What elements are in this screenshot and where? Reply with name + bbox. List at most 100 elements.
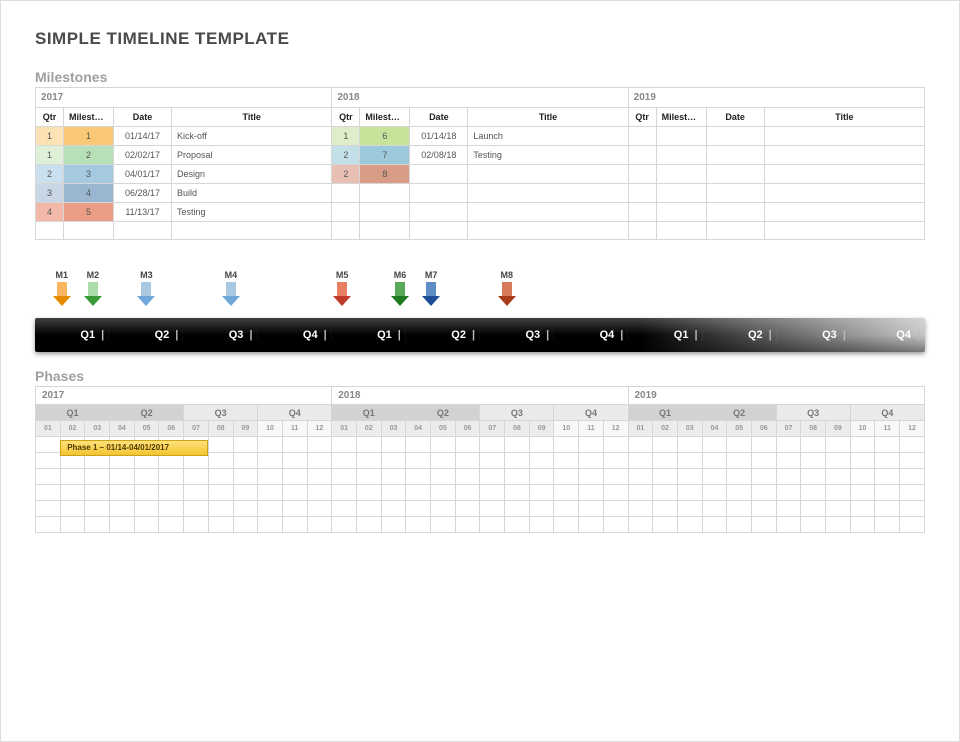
gantt-cell[interactable] <box>258 501 283 517</box>
milestone-cell[interactable] <box>410 184 468 203</box>
gantt-cell[interactable] <box>208 469 233 485</box>
milestone-cell[interactable] <box>114 222 172 240</box>
gantt-cell[interactable] <box>233 485 258 501</box>
milestone-cell[interactable] <box>468 165 628 184</box>
gantt-cell[interactable] <box>208 485 233 501</box>
gantt-cell[interactable] <box>184 485 209 501</box>
milestone-cell[interactable] <box>468 203 628 222</box>
gantt-cell[interactable] <box>628 437 653 453</box>
gantt-cell[interactable] <box>258 469 283 485</box>
gantt-cell[interactable] <box>356 453 381 469</box>
gantt-cell[interactable] <box>875 469 900 485</box>
gantt-cell[interactable] <box>628 469 653 485</box>
gantt-cell[interactable] <box>60 469 85 485</box>
milestone-cell[interactable] <box>360 184 410 203</box>
gantt-cell[interactable] <box>381 453 406 469</box>
gantt-cell[interactable] <box>653 517 678 533</box>
gantt-cell[interactable] <box>579 453 604 469</box>
gantt-cell[interactable] <box>751 469 776 485</box>
gantt-cell[interactable] <box>900 469 925 485</box>
milestone-cell[interactable]: 04/01/17 <box>114 165 172 184</box>
gantt-cell[interactable] <box>110 517 135 533</box>
milestone-cell[interactable]: 5 <box>64 203 114 222</box>
gantt-cell[interactable] <box>258 485 283 501</box>
milestone-cell[interactable] <box>656 165 706 184</box>
gantt-cell[interactable] <box>579 437 604 453</box>
gantt-cell[interactable] <box>875 517 900 533</box>
gantt-cell[interactable] <box>677 485 702 501</box>
gantt-cell[interactable] <box>875 485 900 501</box>
gantt-cell[interactable] <box>776 437 801 453</box>
gantt-cell[interactable] <box>233 517 258 533</box>
gantt-cell[interactable] <box>159 501 184 517</box>
gantt-cell[interactable] <box>554 469 579 485</box>
milestone-cell[interactable] <box>360 203 410 222</box>
gantt-cell[interactable] <box>900 501 925 517</box>
gantt-cell[interactable] <box>159 469 184 485</box>
gantt-cell[interactable] <box>258 437 283 453</box>
milestone-cell[interactable]: 4 <box>36 203 64 222</box>
gantt-cell[interactable] <box>36 485 61 501</box>
milestone-cell[interactable] <box>468 184 628 203</box>
gantt-cell[interactable] <box>85 485 110 501</box>
milestone-cell[interactable] <box>332 184 360 203</box>
gantt-cell[interactable] <box>282 453 307 469</box>
milestone-cell[interactable]: 1 <box>332 127 360 146</box>
milestone-cell[interactable] <box>706 165 764 184</box>
gantt-cell[interactable] <box>850 453 875 469</box>
gantt-cell[interactable] <box>406 437 431 453</box>
gantt-cell[interactable] <box>826 501 851 517</box>
milestone-cell[interactable]: 3 <box>64 165 114 184</box>
milestone-cell[interactable]: 02/08/18 <box>410 146 468 165</box>
milestone-cell[interactable] <box>628 184 656 203</box>
gantt-cell[interactable] <box>381 485 406 501</box>
milestone-cell[interactable]: 2 <box>36 165 64 184</box>
gantt-cell[interactable] <box>677 453 702 469</box>
gantt-cell[interactable] <box>850 517 875 533</box>
gantt-cell[interactable] <box>529 469 554 485</box>
gantt-cell[interactable] <box>455 469 480 485</box>
milestone-cell[interactable] <box>332 222 360 240</box>
gantt-cell[interactable] <box>776 501 801 517</box>
gantt-cell[interactable] <box>505 437 530 453</box>
milestone-cell[interactable] <box>706 127 764 146</box>
gantt-cell[interactable] <box>134 469 159 485</box>
gantt-cell[interactable] <box>677 501 702 517</box>
gantt-cell[interactable] <box>801 453 826 469</box>
milestone-cell[interactable] <box>656 203 706 222</box>
gantt-cell[interactable] <box>801 485 826 501</box>
gantt-cell[interactable] <box>208 453 233 469</box>
milestone-cell[interactable]: 2 <box>64 146 114 165</box>
milestone-cell[interactable]: 1 <box>36 146 64 165</box>
gantt-cell[interactable] <box>776 469 801 485</box>
milestone-cell[interactable]: 6 <box>360 127 410 146</box>
milestone-cell[interactable] <box>764 203 924 222</box>
gantt-cell[interactable] <box>653 453 678 469</box>
milestone-cell[interactable] <box>64 222 114 240</box>
gantt-cell[interactable] <box>677 469 702 485</box>
gantt-cell[interactable] <box>702 501 727 517</box>
gantt-cell[interactable] <box>480 517 505 533</box>
gantt-cell[interactable] <box>159 517 184 533</box>
gantt-cell[interactable] <box>431 469 456 485</box>
milestone-cell[interactable] <box>628 146 656 165</box>
gantt-cell[interactable] <box>727 517 752 533</box>
gantt-cell[interactable] <box>776 485 801 501</box>
gantt-cell[interactable] <box>431 501 456 517</box>
gantt-cell[interactable] <box>480 437 505 453</box>
gantt-cell[interactable] <box>134 517 159 533</box>
gantt-cell[interactable] <box>233 453 258 469</box>
gantt-cell[interactable] <box>727 453 752 469</box>
milestone-cell[interactable] <box>628 203 656 222</box>
gantt-cell[interactable] <box>505 469 530 485</box>
gantt-cell[interactable] <box>529 437 554 453</box>
gantt-cell[interactable] <box>60 485 85 501</box>
gantt-cell[interactable] <box>826 517 851 533</box>
gantt-cell[interactable] <box>258 517 283 533</box>
gantt-cell[interactable] <box>727 469 752 485</box>
milestone-cell[interactable]: 1 <box>64 127 114 146</box>
gantt-cell[interactable] <box>332 437 357 453</box>
milestone-cell[interactable]: Testing <box>172 203 332 222</box>
gantt-cell[interactable] <box>307 517 332 533</box>
gantt-cell[interactable] <box>110 469 135 485</box>
